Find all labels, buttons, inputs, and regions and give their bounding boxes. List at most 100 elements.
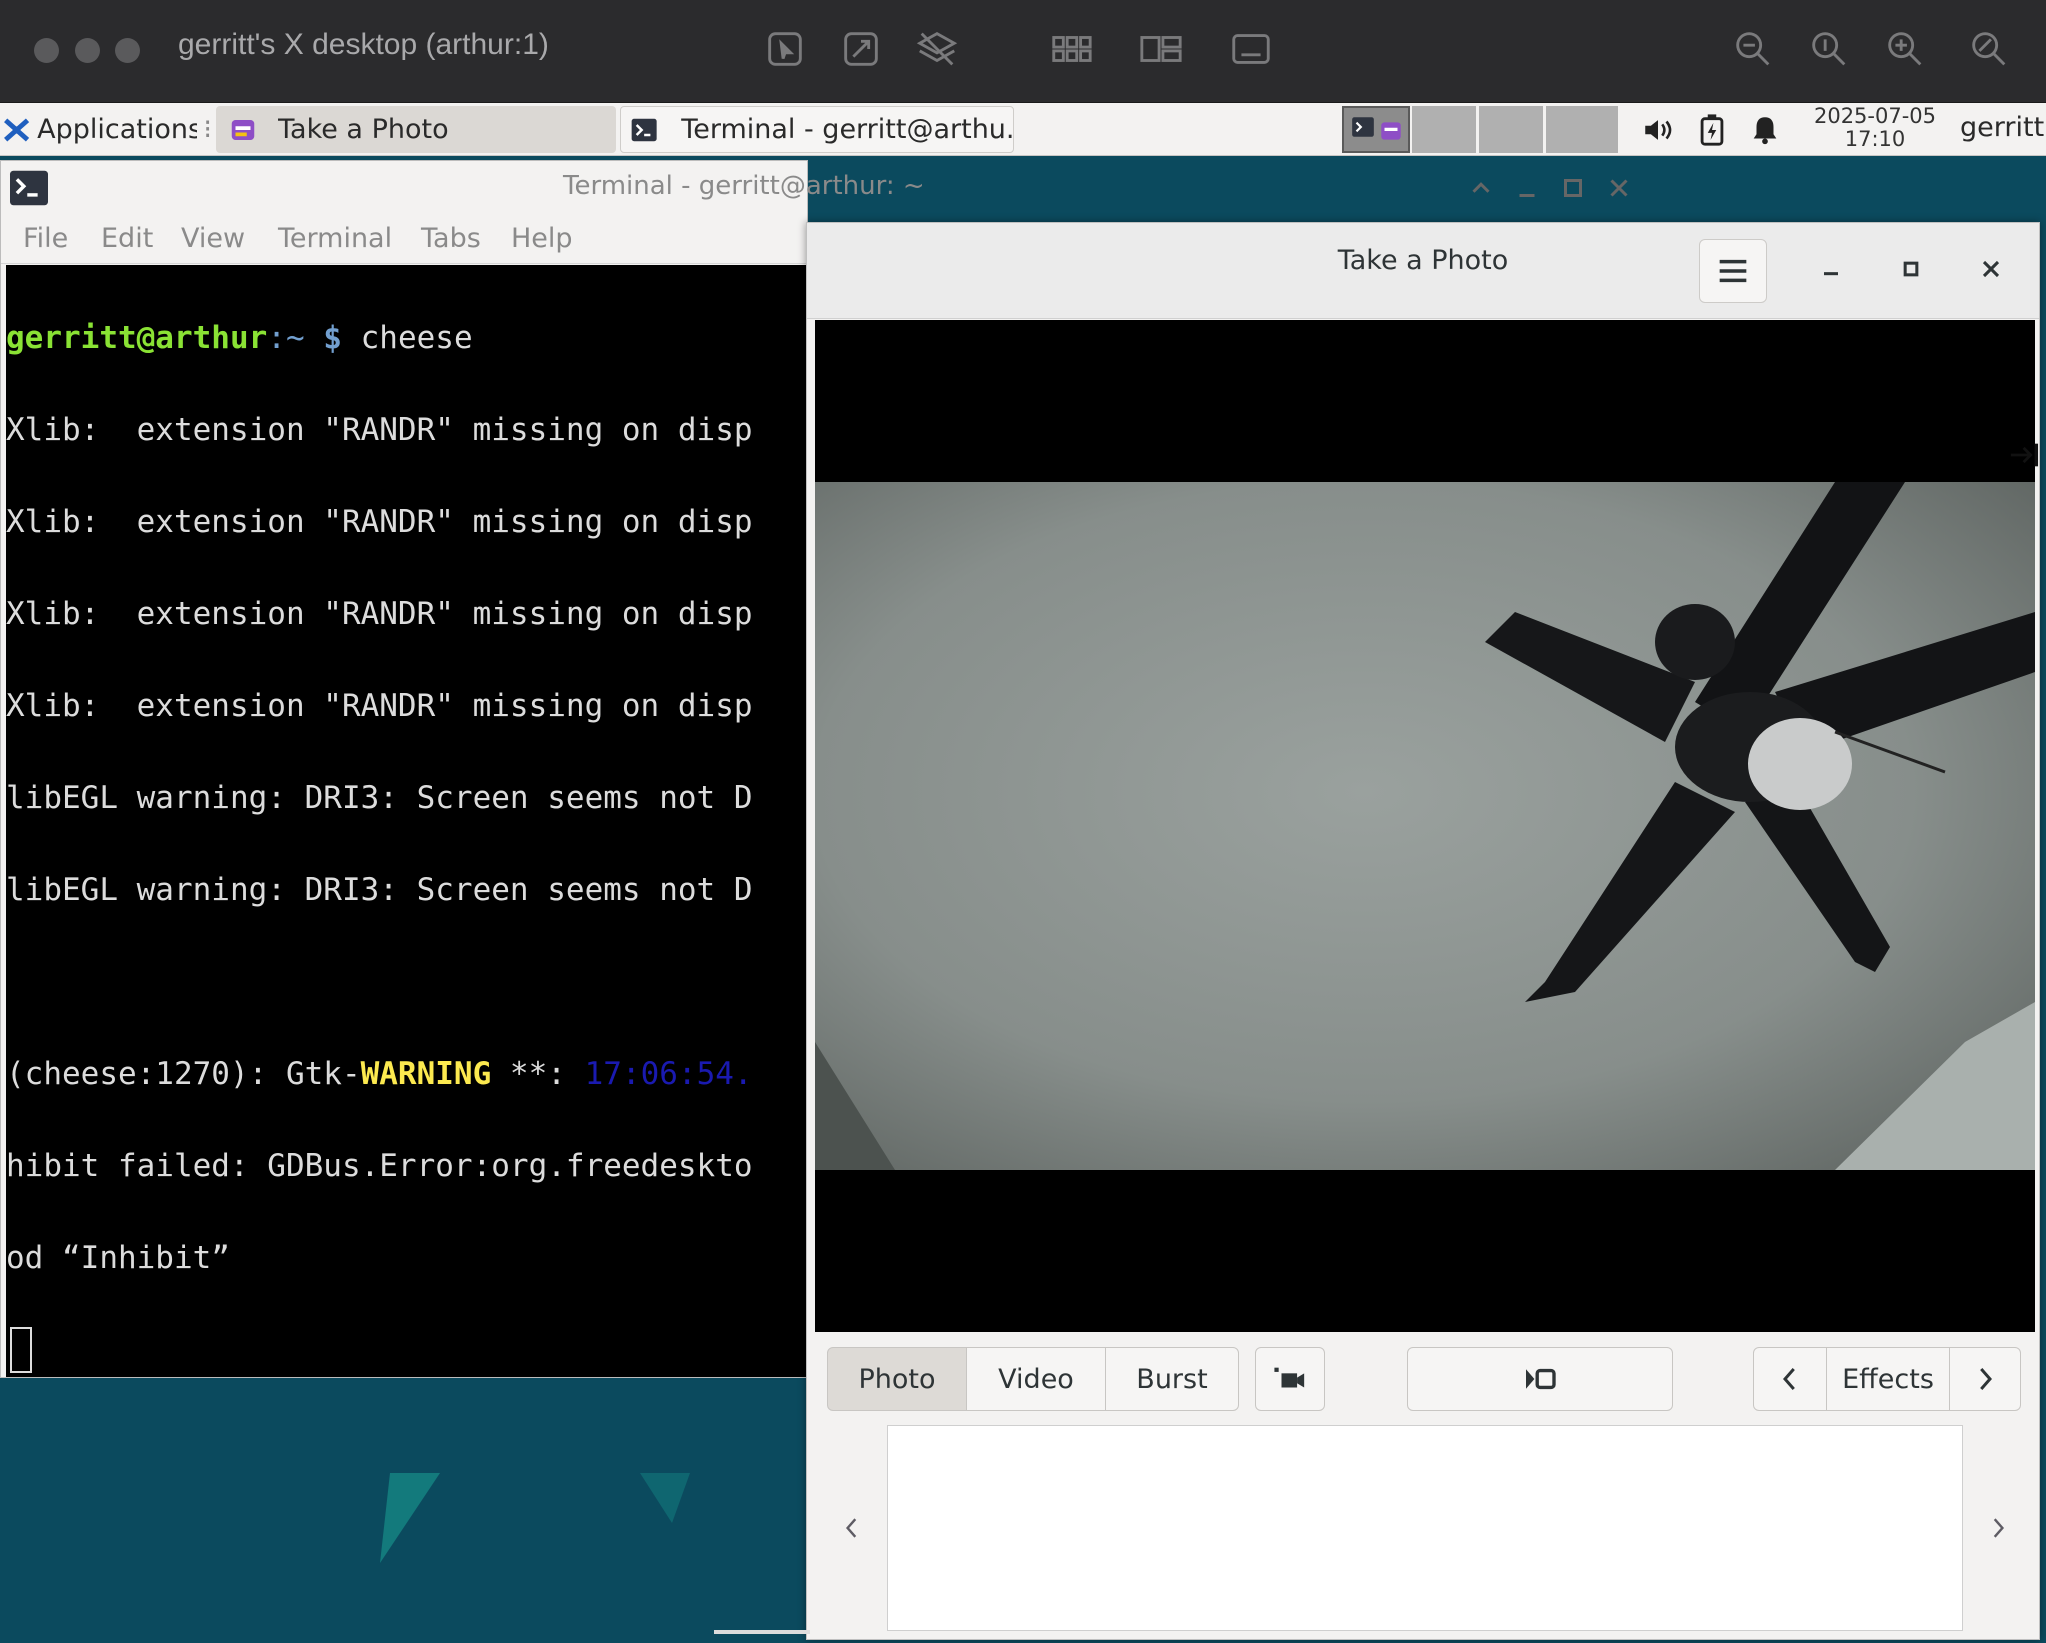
task-label: Terminal - gerritt@arthu... <box>681 114 1013 145</box>
workspace-2[interactable] <box>1412 106 1476 153</box>
top-panel: Applications ⁝ Take a Photo Terminal - g… <box>0 103 2046 156</box>
cheese-icon <box>1381 122 1401 140</box>
prompt-line: gerritt@arthur:~ $ cheese <box>6 315 806 361</box>
warning-word: WARNING <box>360 1056 492 1092</box>
clock-time: 17:10 <box>1844 127 1906 151</box>
menu-terminal[interactable]: Terminal <box>278 223 392 254</box>
applications-menu-button[interactable]: Applications ⁝ <box>2 106 212 153</box>
terminal-title: Terminal - gerritt@arthur: ~ <box>563 171 925 201</box>
output-line: od “Inhibit” <box>6 1240 230 1276</box>
effects-next-button[interactable] <box>1949 1347 2021 1411</box>
task-take-a-photo[interactable]: Take a Photo <box>216 106 616 153</box>
battery-icon[interactable] <box>1695 113 1729 147</box>
resize-cursor-icon <box>2010 443 2039 467</box>
output-line: Xlib: extension "RANDR" missing on disp <box>6 504 753 540</box>
output-line: Xlib: extension "RANDR" missing on disp <box>6 412 753 448</box>
menu-file[interactable]: File <box>23 223 68 254</box>
cheese-title: Take a Photo <box>1337 245 1509 276</box>
output-line: Xlib: extension "RANDR" missing on disp <box>6 688 753 724</box>
warning-timestamp: 17:06:54. <box>584 1056 753 1092</box>
desktop-wallpaper-shapes <box>380 1473 690 1563</box>
window-resize-edge <box>714 1630 810 1634</box>
hamburger-menu-button[interactable] <box>1699 239 1767 303</box>
close-traffic-light[interactable] <box>34 38 59 63</box>
thumbnails-next-icon[interactable] <box>1987 1513 2009 1543</box>
capture-icon <box>1526 1368 1556 1390</box>
xfce-logo-icon <box>4 117 30 142</box>
zoom-in-icon[interactable] <box>1882 26 1928 72</box>
terminal-icon <box>1352 117 1374 137</box>
workspace-1[interactable] <box>1342 106 1410 153</box>
zoom-out-icon[interactable] <box>1730 26 1776 72</box>
cheese-icon <box>231 119 255 140</box>
menu-help[interactable]: Help <box>511 223 573 254</box>
terminal-icon <box>10 170 48 206</box>
scale-icon[interactable] <box>838 26 884 72</box>
applications-label: Applications <box>37 114 198 145</box>
zoom-fit-icon[interactable] <box>1806 26 1852 72</box>
task-terminal[interactable]: Terminal - gerritt@arthu... <box>620 106 1014 153</box>
menubar-divider <box>1 263 809 264</box>
chevron-left-icon <box>1783 1368 1795 1390</box>
prompt-path: :~ <box>267 320 324 356</box>
user-menu[interactable]: gerritt <box>1960 112 2044 143</box>
maximize-icon[interactable] <box>1897 255 1925 283</box>
volume-icon[interactable] <box>1640 113 1676 147</box>
menu-tabs[interactable]: Tabs <box>421 223 481 254</box>
cheese-window: Take a Photo Photo Video Burst Effects <box>806 222 2040 1640</box>
workspace-3[interactable] <box>1479 106 1543 153</box>
terminal-cursor <box>10 1327 32 1373</box>
display-icon[interactable] <box>1228 26 1274 72</box>
workspace-4[interactable] <box>1546 106 1618 153</box>
warning-prefix: (cheese:1270): Gtk- <box>6 1056 361 1092</box>
thumbnail-strip[interactable] <box>887 1425 1963 1631</box>
take-photo-button[interactable] <box>1407 1347 1673 1411</box>
effects-prev-button[interactable] <box>1753 1347 1827 1411</box>
hamburger-icon <box>1719 259 1747 283</box>
close-icon[interactable] <box>1977 255 2005 283</box>
shade-window-icon[interactable] <box>1466 173 1496 203</box>
warning-line: (cheese:1270): Gtk-WARNING **: 17:06:54. <box>6 1051 806 1097</box>
camera-preview <box>815 320 2035 1332</box>
burst-mode-button[interactable]: Burst <box>1105 1347 1239 1411</box>
prompt-symbol: $ <box>323 320 342 356</box>
minimize-window-icon[interactable] <box>1512 173 1542 203</box>
prompt-user: gerritt@arthur <box>6 320 268 356</box>
menu-edit[interactable]: Edit <box>101 223 153 254</box>
menu-view[interactable]: View <box>181 223 245 254</box>
switch-camera-button[interactable] <box>1255 1347 1325 1411</box>
viewer-title: gerritt's X desktop (arthur:1) <box>178 28 549 61</box>
split-icon[interactable] <box>1138 26 1184 72</box>
output-line: hibit failed: GDBus.Error:org.freedeskto <box>6 1148 753 1184</box>
effects-button[interactable]: Effects <box>1826 1347 1950 1411</box>
clock[interactable]: 2025-07-05 17:10 <box>1800 105 1950 151</box>
clock-date: 2025-07-05 <box>1813 104 1937 128</box>
task-label: Take a Photo <box>278 114 449 145</box>
cheese-headerbar: Take a Photo <box>807 223 2039 319</box>
zoom-reset-icon[interactable] <box>1966 26 2012 72</box>
pointer-icon[interactable] <box>762 26 808 72</box>
minimize-icon[interactable] <box>1817 255 1845 283</box>
prompt-command: cheese <box>341 320 473 356</box>
camera-switch-icon <box>1274 1367 1305 1388</box>
terminal-menubar: File Edit View Terminal Tabs Help <box>1 213 809 263</box>
close-window-icon[interactable] <box>1604 173 1634 203</box>
grid-icon[interactable] <box>1048 26 1094 72</box>
video-mode-button[interactable]: Video <box>966 1347 1106 1411</box>
terminal-output[interactable]: gerritt@arthur:~ $ cheese Xlib: extensio… <box>6 265 806 1377</box>
ceiling-fan-photo <box>815 482 2035 1170</box>
terminal-icon <box>631 118 657 141</box>
maximize-window-icon[interactable] <box>1558 173 1588 203</box>
output-line: Xlib: extension "RANDR" missing on disp <box>6 596 753 632</box>
chevron-right-icon <box>1980 1368 1992 1390</box>
menu-separator-icon: ⁝ <box>203 114 212 145</box>
warning-mid: **: <box>491 1056 585 1092</box>
layers-icon[interactable] <box>914 26 960 72</box>
photo-mode-button[interactable]: Photo <box>827 1347 967 1411</box>
thumbnails-prev-icon[interactable] <box>841 1513 863 1543</box>
notification-bell-icon[interactable] <box>1748 113 1782 147</box>
output-line: libEGL warning: DRI3: Screen seems not D <box>6 872 753 908</box>
zoom-traffic-light[interactable] <box>115 38 140 63</box>
minimize-traffic-light[interactable] <box>75 38 100 63</box>
